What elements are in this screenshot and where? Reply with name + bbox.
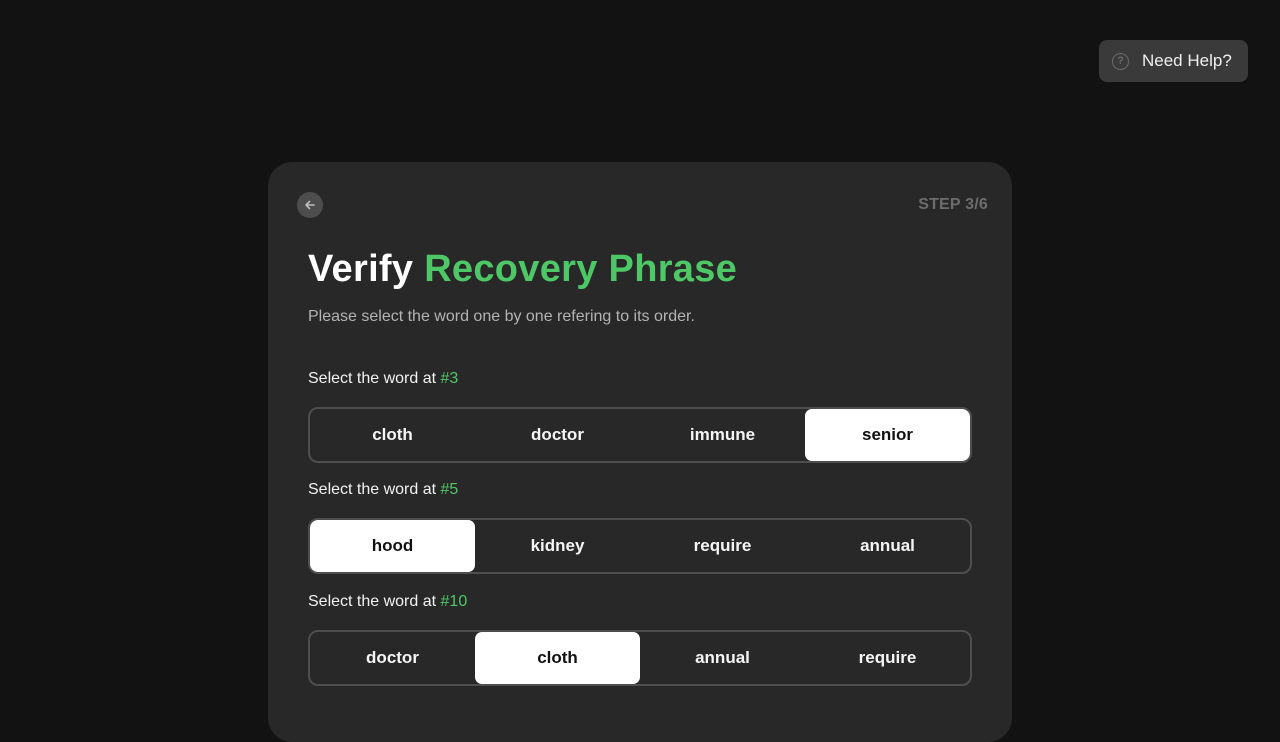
step-indicator: STEP 3/6 [918,196,988,213]
word-option[interactable]: doctor [310,632,475,684]
question-circle-icon: ? [1112,52,1129,70]
verify-phrase-card: STEP 3/6 Verify Recovery Phrase Please s… [268,162,1012,742]
question-text: Select the word at [308,481,441,498]
page-subtitle: Please select the word one by one referi… [308,308,695,325]
word-option[interactable]: cloth [475,632,640,684]
question-word-10: Select the word at #10 doctor cloth annu… [308,592,972,686]
need-help-button[interactable]: ? Need Help? [1099,40,1248,82]
question-word-3: Select the word at #3 cloth doctor immun… [308,369,972,463]
question-number: #10 [440,593,468,610]
question-text: Select the word at [308,593,441,610]
back-button[interactable] [297,192,323,218]
need-help-label: Need Help? [1142,51,1232,70]
page-title: Verify Recovery Phrase [308,248,737,291]
word-options: hood kidney require annual [308,518,972,574]
title-verify: Verify [308,248,414,290]
word-option[interactable]: doctor [475,409,640,461]
question-word-5: Select the word at #5 hood kidney requir… [308,480,972,574]
arrow-left-icon [305,200,315,210]
word-option[interactable]: annual [805,520,970,572]
question-text: Select the word at [308,370,441,387]
title-recovery-phrase: Recovery Phrase [424,248,738,290]
word-option[interactable]: cloth [310,409,475,461]
word-option[interactable]: annual [640,632,805,684]
word-option[interactable]: hood [310,520,475,572]
question-label: Select the word at #10 [308,592,972,612]
word-options: cloth doctor immune senior [308,407,972,463]
question-number: #5 [440,481,459,498]
word-options: doctor cloth annual require [308,630,972,686]
question-number: #3 [440,370,459,387]
question-label: Select the word at #3 [308,369,972,389]
word-option[interactable]: kidney [475,520,640,572]
word-option[interactable]: require [640,520,805,572]
word-option[interactable]: immune [640,409,805,461]
word-option[interactable]: require [805,632,970,684]
question-label: Select the word at #5 [308,480,972,500]
word-option[interactable]: senior [805,409,970,461]
